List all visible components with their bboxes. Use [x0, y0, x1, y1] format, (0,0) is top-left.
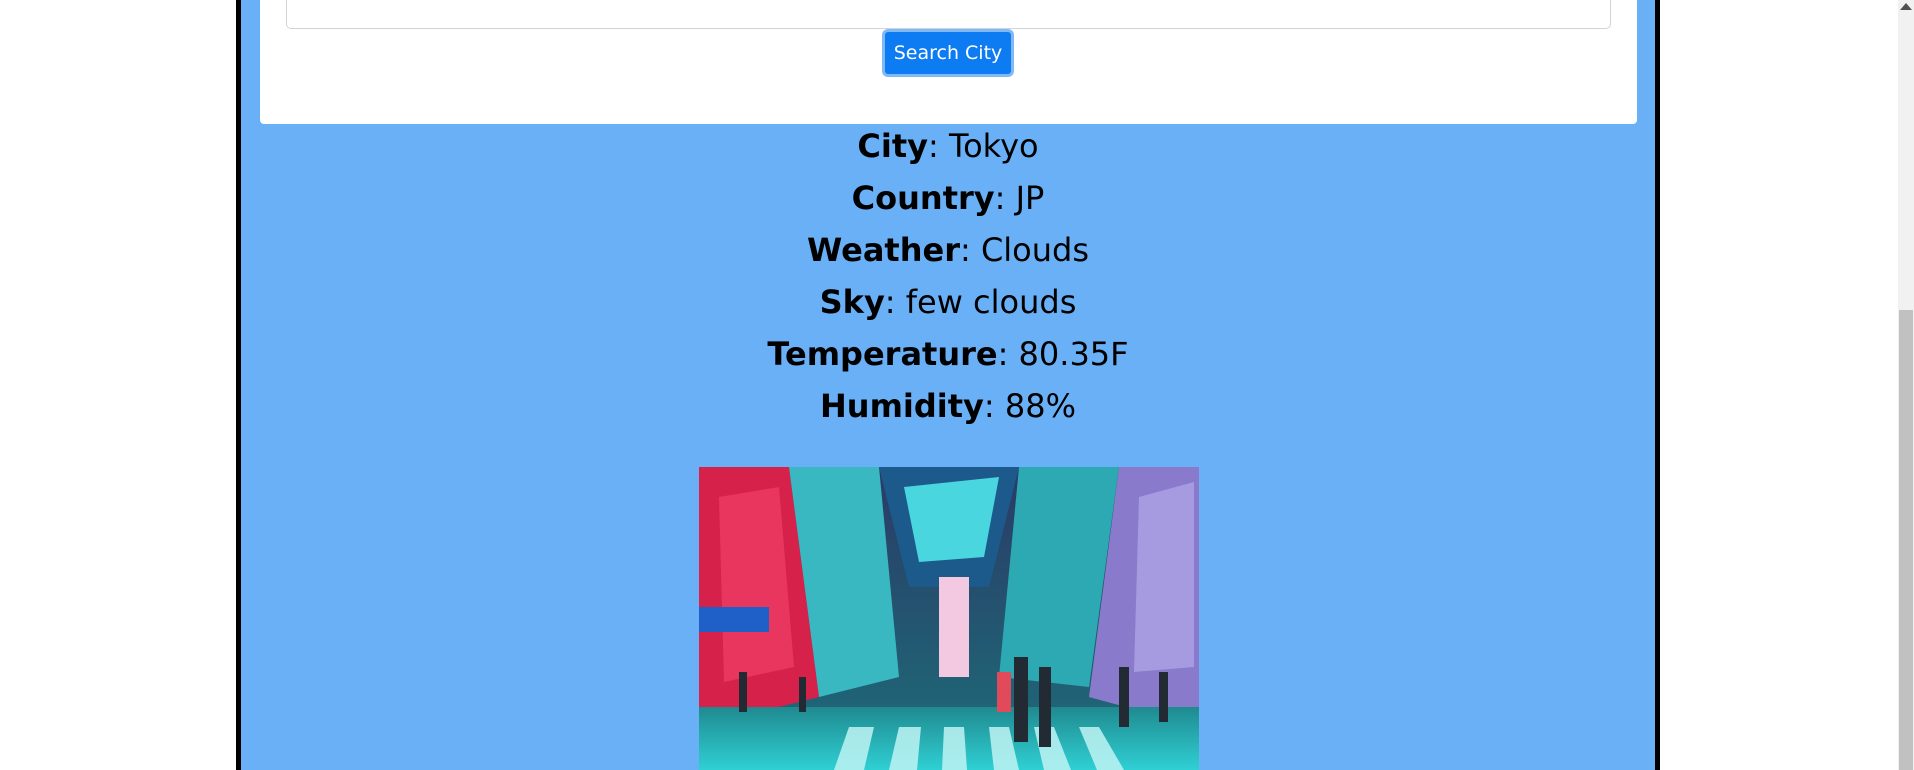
weather-value: : Clouds: [959, 231, 1090, 269]
sky-value: : few clouds: [884, 283, 1077, 321]
country-value: : JP: [994, 179, 1045, 217]
humidity-label: Humidity: [820, 387, 984, 425]
temperature-row: Temperature: 80.35F: [241, 328, 1655, 380]
city-row: City: Tokyo: [241, 120, 1655, 172]
sky-label: Sky: [819, 283, 885, 321]
weather-info: City: Tokyo Country: JP Weather: Clouds …: [241, 120, 1655, 432]
city-label: City: [857, 127, 929, 165]
country-row: Country: JP: [241, 172, 1655, 224]
temperature-label: Temperature: [767, 335, 998, 373]
humidity-row: Humidity: 88%: [241, 380, 1655, 432]
city-search-input[interactable]: [286, 0, 1611, 29]
city-value: : Tokyo: [928, 127, 1039, 165]
scrollbar-thumb[interactable]: [1899, 310, 1913, 770]
weather-row: Weather: Clouds: [241, 224, 1655, 276]
city-photo: [699, 467, 1199, 770]
weather-app-page: Search City City: Tokyo Country: JP Weat…: [0, 0, 1914, 770]
scroll-up-arrow-icon[interactable]: [1900, 3, 1912, 10]
search-city-button[interactable]: Search City: [882, 29, 1014, 77]
weather-label: Weather: [806, 231, 960, 269]
humidity-value: : 88%: [983, 387, 1076, 425]
country-label: Country: [851, 179, 995, 217]
sky-row: Sky: few clouds: [241, 276, 1655, 328]
temperature-value: : 80.35F: [997, 335, 1129, 373]
